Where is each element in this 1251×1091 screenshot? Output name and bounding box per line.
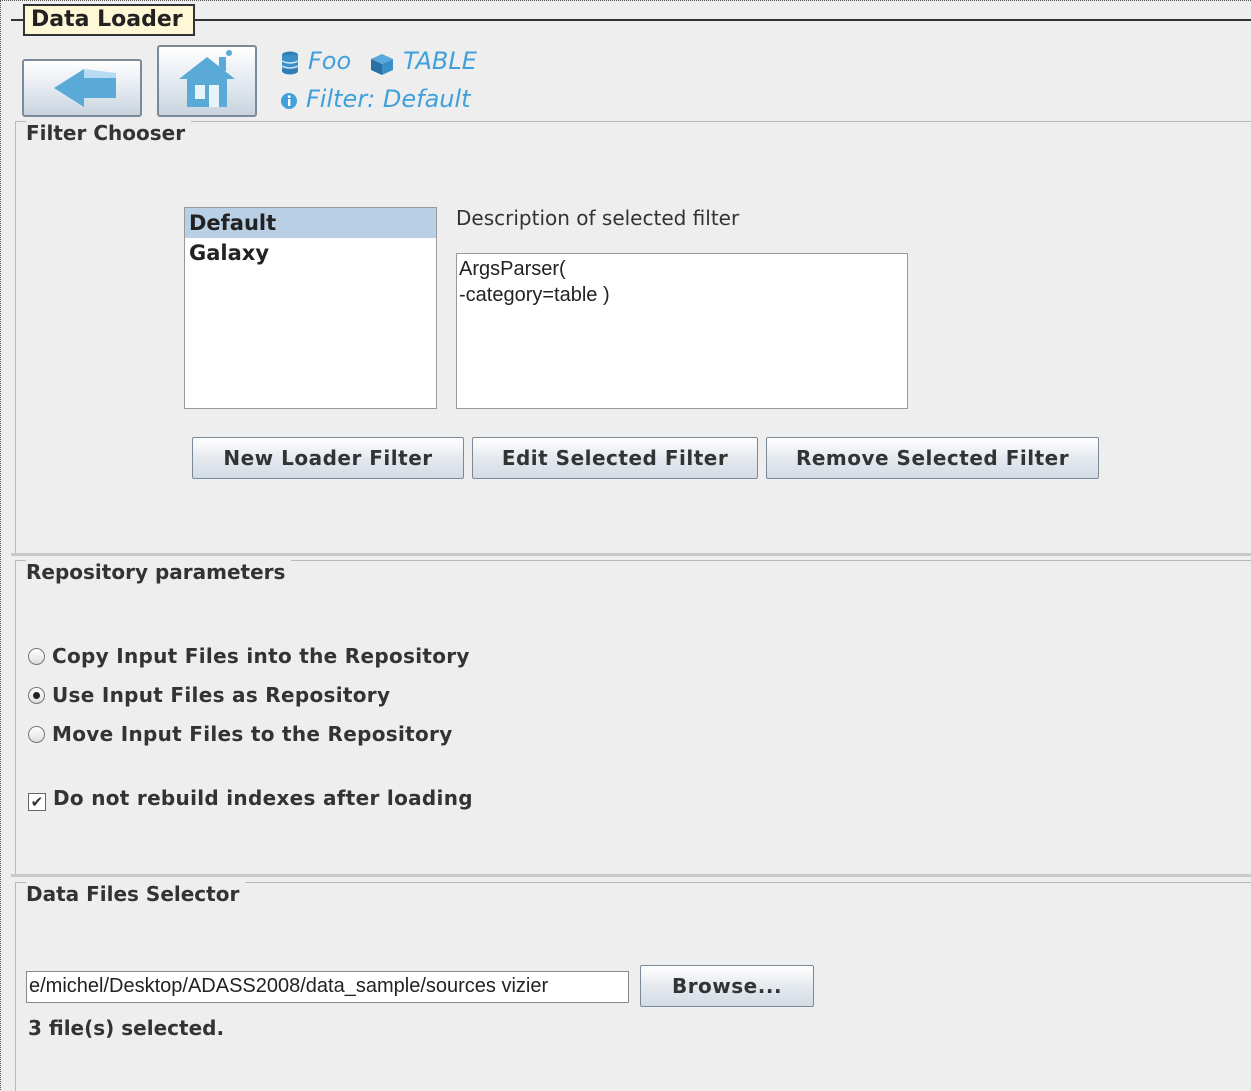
back-button[interactable] [22,59,142,117]
no-rebuild-checkbox[interactable]: ✔ [28,793,46,811]
filter-chooser-left-border [15,121,16,553]
files-selected-status: 3 file(s) selected. [28,1016,225,1040]
move-input-files-option[interactable]: Move Input Files to the Repository [28,722,453,746]
new-loader-filter-button[interactable]: New Loader Filter [192,437,464,479]
browse-button[interactable]: Browse... [640,965,814,1007]
back-arrow-icon [54,69,116,107]
database-icon [281,51,299,75]
filter-description-textarea[interactable]: ArgsParser( -category=table ) [456,253,908,409]
table-cube-icon [371,54,393,75]
filter-list[interactable]: Default Galaxy [184,207,437,409]
data-files-path-input[interactable]: e/michel/Desktop/ADASS2008/data_sample/s… [26,971,629,1003]
copy-radio[interactable] [28,648,45,665]
data-files-path-value: e/michel/Desktop/ADASS2008/data_sample/s… [29,975,549,997]
data-files-title: Data Files Selector [26,882,246,906]
title-border-left [11,19,23,21]
use-input-files-option[interactable]: Use Input Files as Repository [28,683,390,707]
category-name[interactable]: TABLE [403,47,477,75]
move-radio[interactable] [28,726,45,743]
repository-title: Repository parameters [26,560,292,584]
splitter-2[interactable] [11,874,1251,877]
no-rebuild-indexes-option[interactable]: ✔ Do not rebuild indexes after loading [28,786,473,811]
no-rebuild-label: Do not rebuild indexes after loading [53,786,473,810]
filter-list-item-default[interactable]: Default [185,208,436,238]
title-border-line [195,19,1251,21]
use-radio[interactable] [28,687,45,704]
database-name[interactable]: Foo [308,47,351,75]
splitter-1[interactable] [11,553,1251,556]
window-title: Data Loader [23,4,195,36]
filter-indicator[interactable]: Filter: Default [306,85,471,113]
info-icon [281,93,297,109]
copy-label: Copy Input Files into the Repository [52,644,470,668]
data-loader-window: Data Loader Foo TABLE Filter: Default Fi… [0,0,1251,1091]
filter-list-item-galaxy[interactable]: Galaxy [185,238,436,268]
repository-left-border [15,560,16,874]
description-label: Description of selected filter [456,206,740,230]
filter-chooser-title: Filter Chooser [26,121,192,145]
use-label: Use Input Files as Repository [52,683,391,707]
home-button[interactable] [157,45,257,117]
edit-selected-filter-button[interactable]: Edit Selected Filter [472,437,758,479]
move-label: Move Input Files to the Repository [52,722,453,746]
data-files-left-border [15,882,16,1091]
filter-chooser-top-border [15,121,1251,122]
copy-input-files-option[interactable]: Copy Input Files into the Repository [28,644,470,668]
remove-selected-filter-button[interactable]: Remove Selected Filter [766,437,1099,479]
home-icon [179,50,235,107]
